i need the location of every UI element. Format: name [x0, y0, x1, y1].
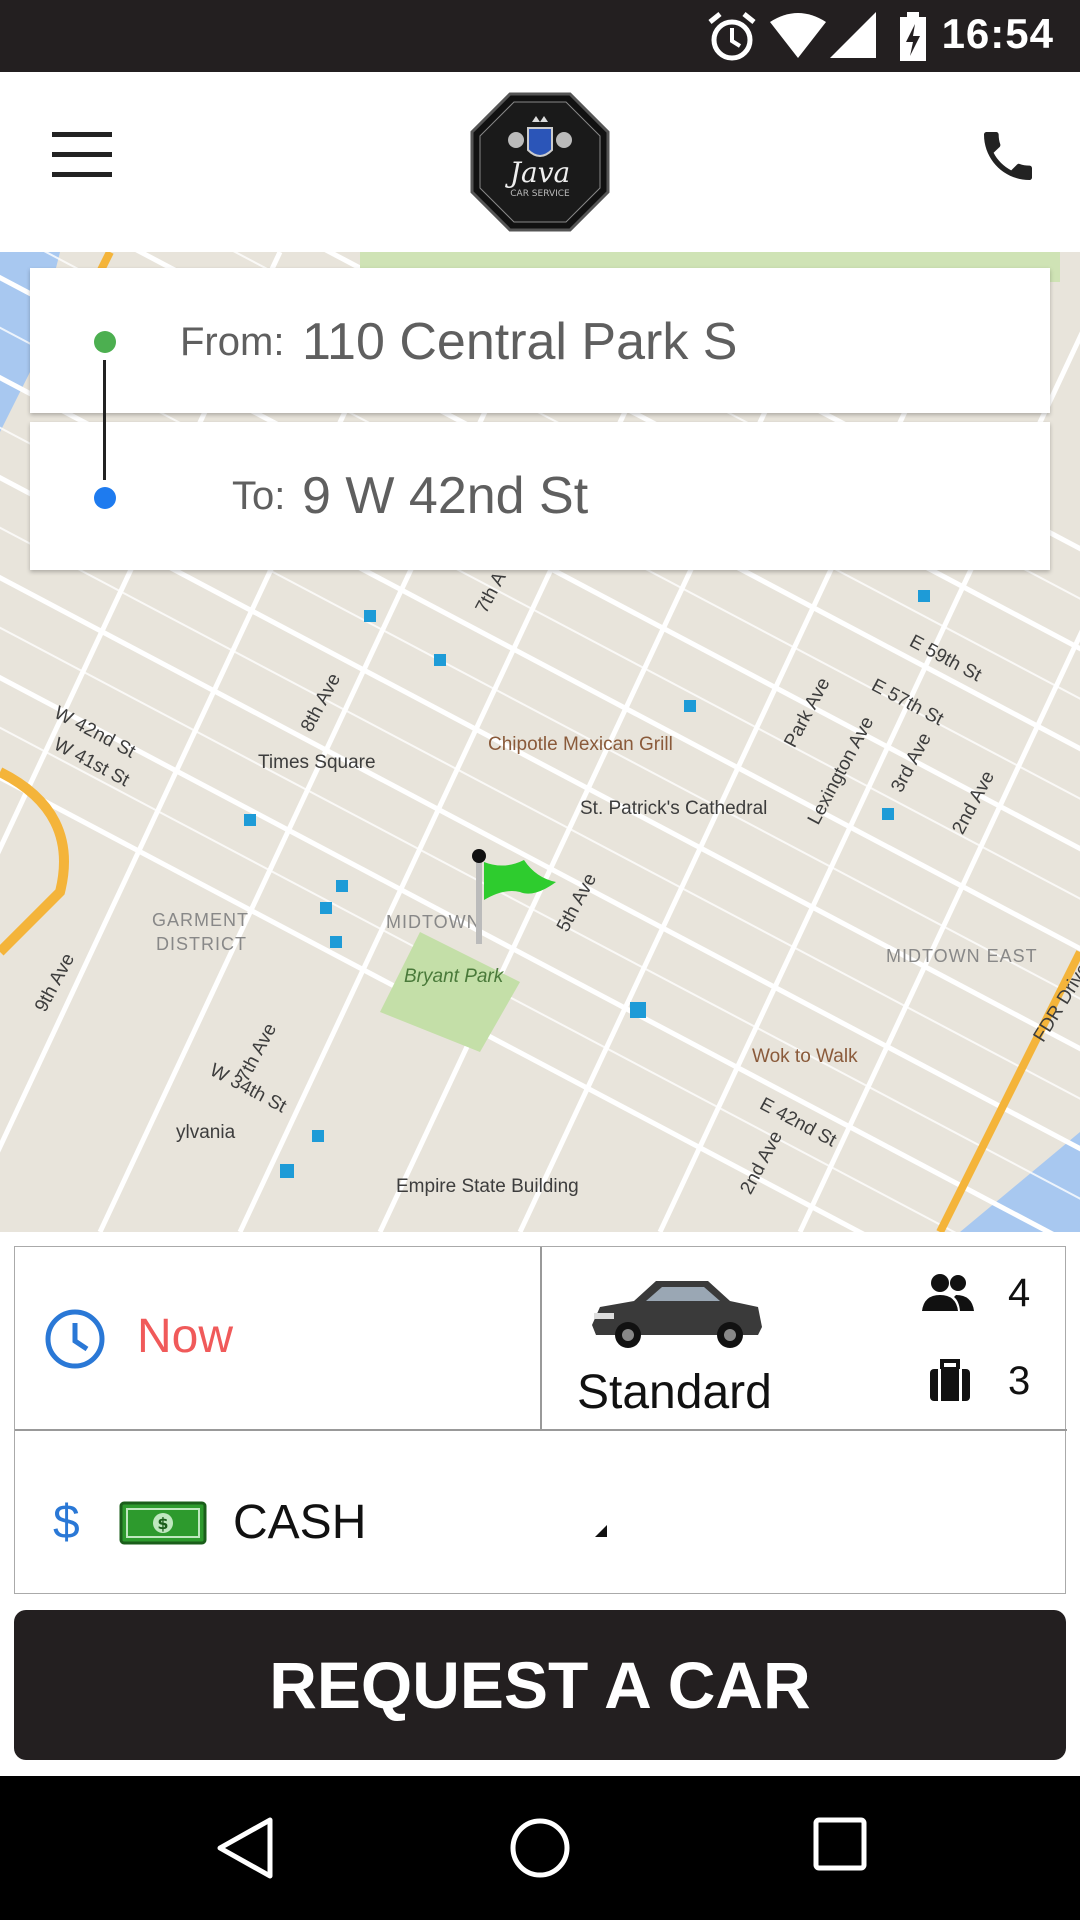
dropdown-arrow-icon	[595, 1525, 607, 1537]
destination-flag-icon	[472, 849, 556, 944]
dropoff-field[interactable]: To: 9 W 42nd St	[30, 422, 1050, 570]
svg-text:Java: Java	[505, 156, 570, 189]
pickup-address: 110 Central Park S	[302, 313, 738, 371]
recents-icon[interactable]	[812, 1816, 868, 1872]
java-car-service-logo: Java CAR SERVICE	[470, 92, 610, 232]
pickup-time-label: Now	[137, 1310, 234, 1363]
status-bar: 16:54	[0, 0, 1080, 72]
request-car-button[interactable]: REQUEST A CAR	[14, 1610, 1066, 1760]
signal-icon	[830, 12, 876, 58]
map-label-garment-1: GARMENT	[152, 910, 249, 930]
map-label-midtown-east: MIDTOWN EAST	[886, 946, 1038, 966]
battery-charging-icon	[900, 12, 926, 61]
dropoff-dot	[94, 487, 116, 509]
wifi-icon	[770, 13, 826, 58]
system-nav-bar	[0, 1776, 1080, 1920]
vehicle-type-label: Standard	[577, 1366, 772, 1419]
map-label-garment-2: DISTRICT	[156, 934, 247, 954]
map-label-wok-to-walk: Wok to Walk	[752, 1046, 858, 1067]
menu-icon[interactable]	[52, 132, 112, 182]
map-label-sylvania: ylvania	[176, 1122, 236, 1143]
passenger-count: 4	[1008, 1271, 1031, 1315]
dollar-icon: $	[53, 1496, 80, 1549]
clock-icon	[45, 1309, 105, 1369]
vehicle-selector[interactable]: Standard 4 3	[542, 1247, 1067, 1429]
luggage-icon	[930, 1359, 970, 1401]
pickup-field[interactable]: From: 110 Central Park S	[30, 268, 1050, 413]
passengers-icon	[922, 1274, 974, 1311]
route-connector	[103, 360, 106, 480]
app-bar: Java CAR SERVICE	[0, 72, 1080, 252]
map-label-times-square: Times Square	[258, 752, 376, 773]
alarm-icon	[708, 12, 756, 61]
status-time: 16:54	[941, 10, 1054, 57]
pickup-dot	[94, 331, 116, 353]
sedan-car-icon	[592, 1281, 762, 1348]
map-label-empire-state: Empire State Building	[396, 1176, 579, 1197]
payment-method-selector[interactable]: $ $ CASH	[15, 1431, 1067, 1595]
map-label-chipotle: Chipotle Mexican Grill	[488, 734, 673, 755]
home-icon[interactable]	[508, 1816, 572, 1880]
payment-method-label: CASH	[233, 1496, 367, 1549]
map-label-bryant-park: Bryant Park	[404, 966, 504, 987]
pickup-time-selector[interactable]: Now	[15, 1247, 540, 1429]
dropoff-prefix: To:	[232, 474, 286, 518]
svg-text:CAR SERVICE: CAR SERVICE	[510, 189, 570, 199]
phone-icon[interactable]	[976, 124, 1040, 188]
dropoff-address: 9 W 42nd St	[302, 467, 589, 525]
cash-bill-icon: $	[119, 1501, 207, 1545]
svg-text:$: $	[157, 1514, 168, 1533]
pickup-prefix: From:	[180, 320, 285, 364]
back-icon[interactable]	[214, 1816, 276, 1880]
booking-panel: Now Standard 4 3 $ $ CASH	[14, 1246, 1067, 1595]
luggage-count: 3	[1008, 1359, 1031, 1403]
map-label-st-patricks: St. Patrick's Cathedral	[580, 798, 768, 819]
